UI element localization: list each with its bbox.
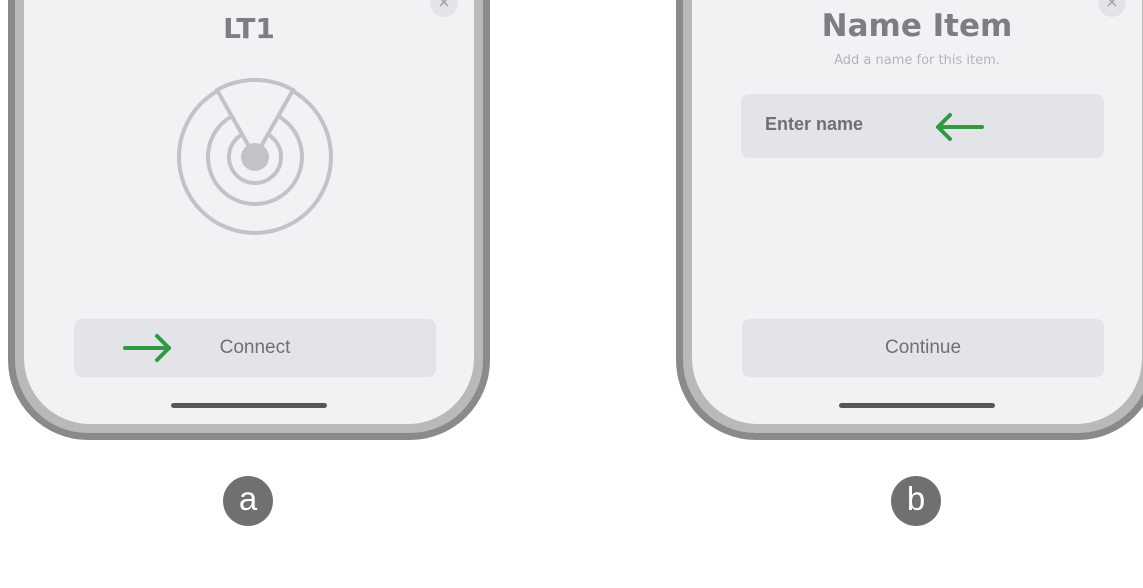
arrow-left-icon bbox=[936, 113, 984, 141]
phone-frame-a: × LT1 Connect bbox=[8, 0, 490, 440]
home-indicator bbox=[839, 403, 995, 408]
arrow-right-icon bbox=[123, 334, 171, 362]
page-subtitle: Add a name for this item. bbox=[834, 53, 1000, 68]
step-label-a: a bbox=[223, 476, 273, 526]
home-indicator bbox=[171, 403, 327, 408]
radar-signal-icon bbox=[177, 78, 333, 235]
step-label-b: b bbox=[891, 476, 941, 526]
phone-screen-a: × LT1 Connect bbox=[24, 0, 474, 424]
phone-frame-b: × Name Item Add a name for this item. En… bbox=[676, 0, 1143, 440]
connect-label: Connect bbox=[219, 337, 291, 358]
phone-screen-b: × Name Item Add a name for this item. En… bbox=[692, 0, 1142, 424]
name-input[interactable]: Enter name bbox=[741, 94, 1104, 158]
device-title: LT1 bbox=[223, 12, 275, 45]
name-input-placeholder: Enter name bbox=[765, 114, 864, 134]
page-title: Name Item bbox=[821, 8, 1013, 44]
continue-label: Continue bbox=[884, 337, 962, 358]
continue-button[interactable]: Continue bbox=[742, 319, 1104, 377]
